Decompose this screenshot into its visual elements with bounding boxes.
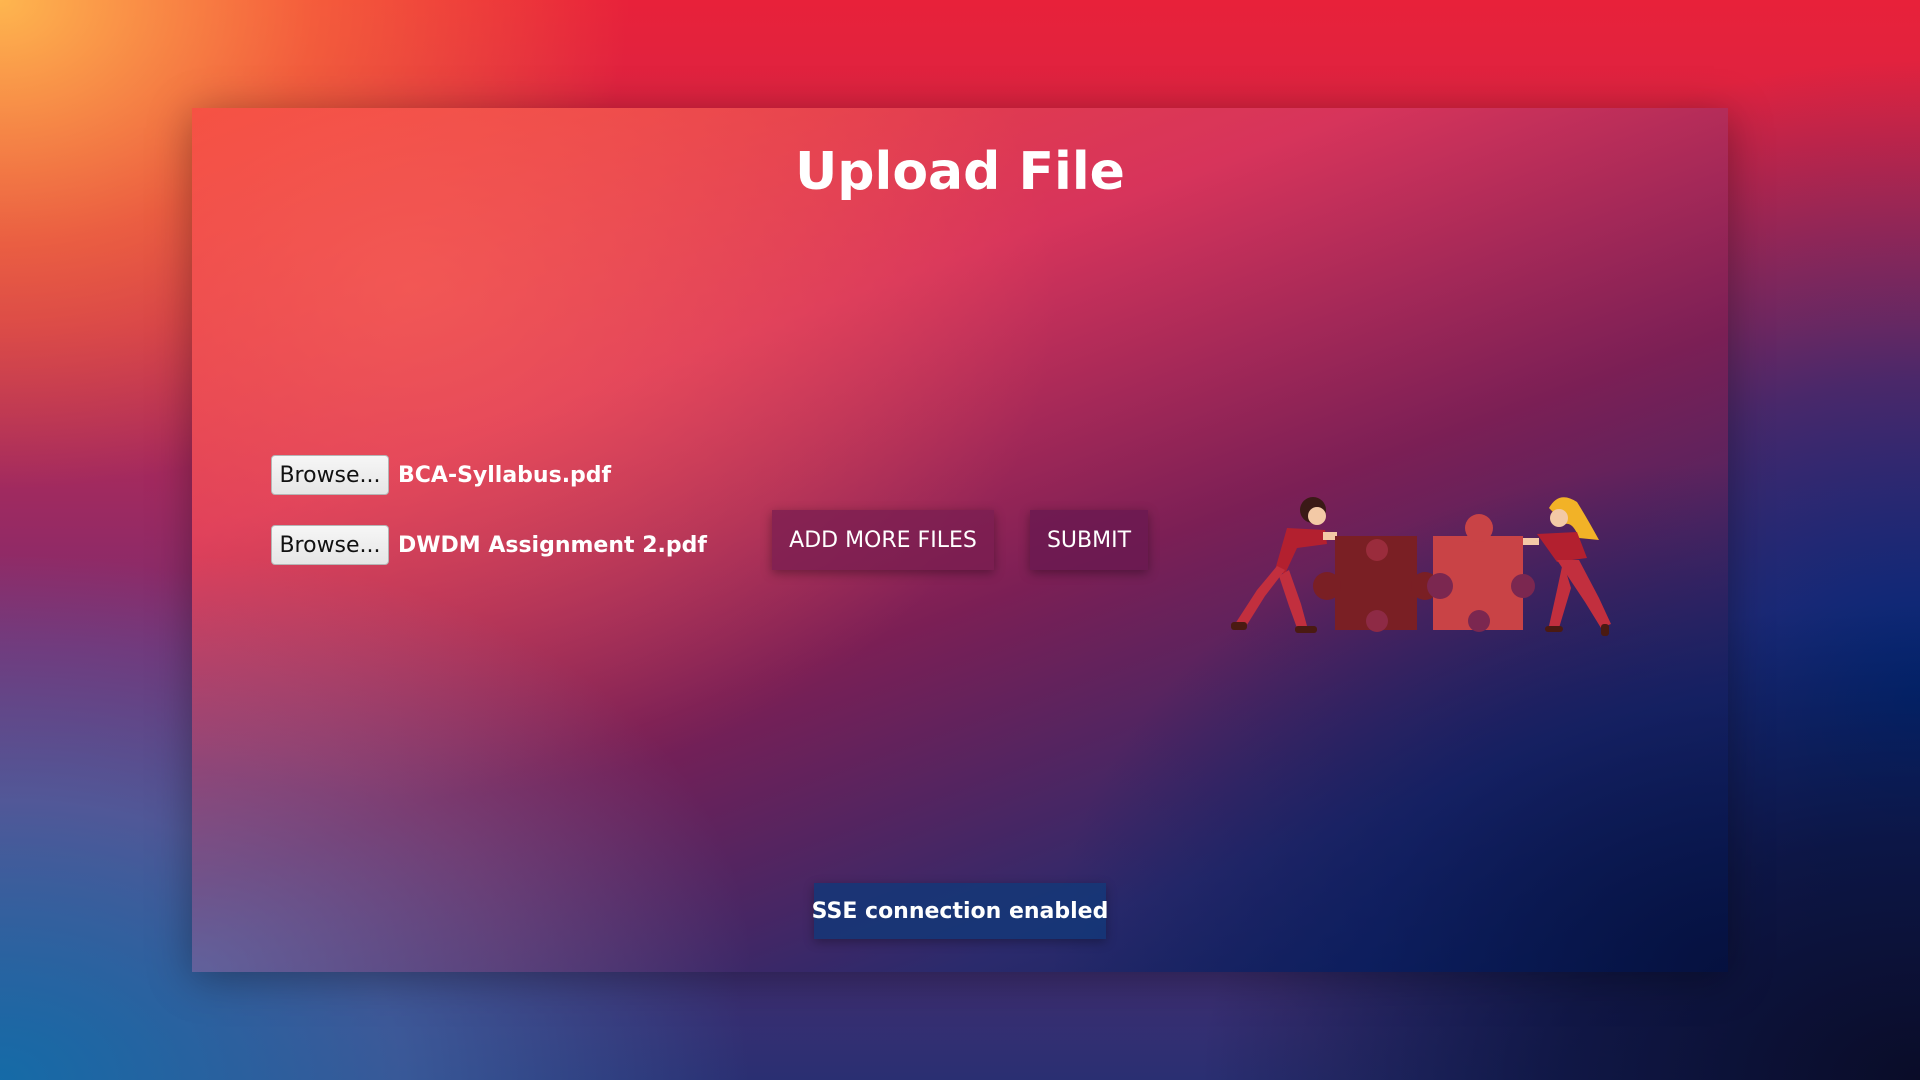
add-more-files-button[interactable]: ADD MORE FILES	[772, 510, 994, 570]
selected-file-name-2: DWDM Assignment 2.pdf	[398, 532, 707, 558]
teamwork-puzzle-illustration	[1231, 497, 1611, 636]
submit-button[interactable]: SUBMIT	[1030, 510, 1148, 570]
file-input-row-1: Browse... BCA-Syllabus.pdf	[271, 455, 611, 495]
upload-panel: Upload File Browse... BCA-Syllabus.pdf B…	[192, 108, 1728, 972]
file-input-row-2: Browse... DWDM Assignment 2.pdf	[271, 525, 707, 565]
light-puzzle-piece	[1427, 514, 1535, 632]
browse-button-2[interactable]: Browse...	[271, 525, 389, 565]
dark-puzzle-piece	[1313, 536, 1439, 632]
status-badge: SSE connection enabled	[812, 883, 1108, 939]
woman-figure	[1523, 497, 1611, 636]
page-title: Upload File	[795, 142, 1125, 202]
browse-button-1[interactable]: Browse...	[271, 455, 389, 495]
man-figure	[1231, 497, 1337, 633]
selected-file-name-1: BCA-Syllabus.pdf	[398, 462, 612, 488]
